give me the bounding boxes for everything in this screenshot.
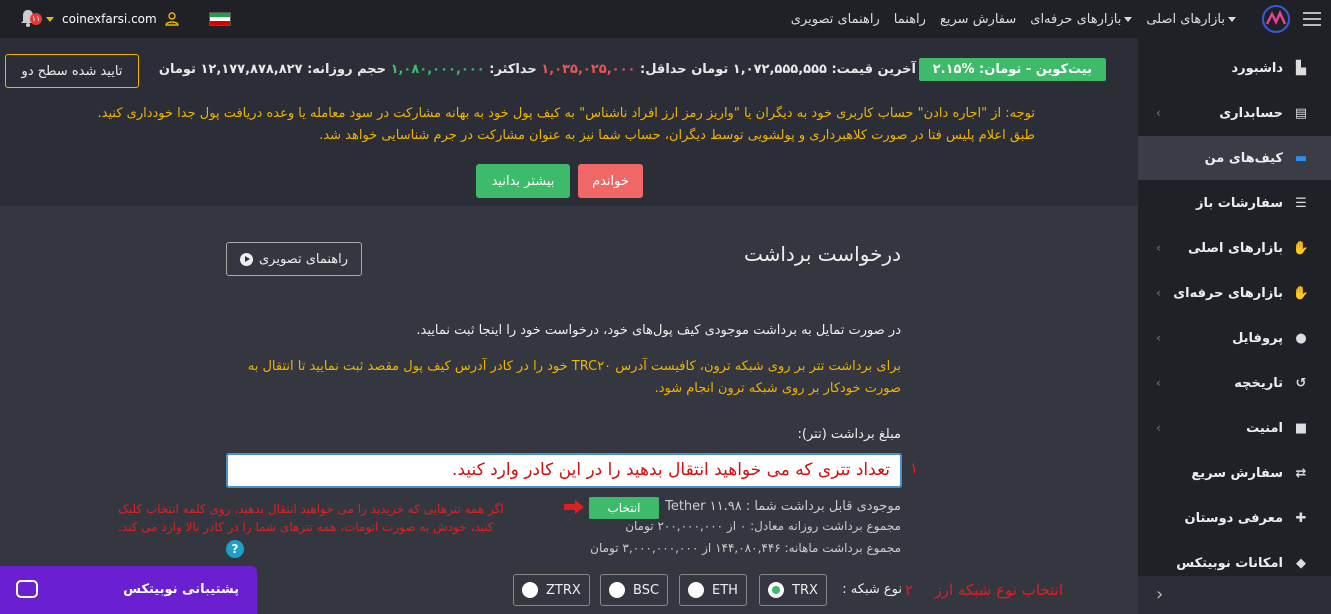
sidebar-item-security[interactable]: ■ امنیت ‹ — [1138, 406, 1331, 450]
menu-icon[interactable] — [1303, 8, 1321, 28]
sidebar-item-history[interactable]: ↺ تاریخچه ‹ — [1138, 361, 1331, 405]
learn-more-button[interactable]: بیشتر بدانید — [476, 164, 570, 198]
arrow-right-icon — [564, 500, 584, 514]
market-stats: آخرین قیمت: ۱,۰۷۲,۵۵۵,۵۵۵ تومان حداقل: ۱… — [158, 62, 916, 77]
bell-icon[interactable]: ۱۱ — [20, 9, 42, 29]
network-hint: انتخاب نوع شبکه ارز — [934, 581, 1064, 599]
iran-flag-icon[interactable] — [209, 12, 231, 26]
page-title: درخواست برداشت — [743, 242, 901, 266]
trc-note-line-1: برای برداشت تتر بر روی شبکه ترون، کافیست… — [247, 359, 901, 374]
network-option-trx[interactable]: TRX — [759, 574, 827, 606]
hint-line-1: اگر همه تترهایی که خریدید را می خواهید ا… — [118, 502, 504, 516]
chevron-left-icon: ‹ — [1156, 286, 1161, 300]
sidebar-item-dashboard[interactable]: ▙ داشبورد — [1138, 46, 1331, 90]
add-user-icon: ✚ — [1295, 510, 1307, 526]
price-bar: بیت‌کوین - تومان: %۲.۱۵ آخرین قیمت: ۱,۰۷… — [0, 38, 1138, 100]
verification-level-button[interactable]: تایید شده سطح دو — [5, 54, 139, 88]
site-name: coinexfarsi.com — [62, 12, 157, 26]
wallet-icon: ▬ — [1294, 150, 1308, 166]
chevron-left-icon: ‹ — [1156, 421, 1161, 435]
step-2-marker: ۲ — [905, 581, 914, 599]
step-1-marker: ۱ — [910, 459, 919, 477]
network-option-eth[interactable]: ETH — [679, 574, 747, 606]
radio-checked-icon[interactable] — [768, 582, 784, 598]
logo-icon[interactable] — [1261, 4, 1291, 34]
nav-main-markets[interactable]: بازارهای اصلی — [1146, 12, 1236, 27]
nav-visual-guide[interactable]: راهنمای تصویری — [791, 12, 880, 27]
chevron-down-icon[interactable] — [46, 16, 54, 22]
radio-icon[interactable] — [688, 582, 704, 598]
radio-icon[interactable] — [609, 582, 625, 598]
visual-guide-button[interactable]: راهنمای تصویری — [226, 242, 362, 276]
sidebar-item-pro-markets[interactable]: ✋ بازارهای حرفه‌ای ‹ — [1138, 271, 1331, 315]
available-balance: موجودی قابل برداشت شما : Tether ۱۱.۹۸ — [665, 499, 901, 514]
chat-icon — [16, 580, 38, 598]
trc-note-line-2: صورت خودکار بر روی شبکه ترون انجام شود. — [654, 381, 901, 396]
sidebar-item-accounting[interactable]: ▤ حسابداری ‹ — [1138, 91, 1331, 135]
nav-help[interactable]: راهنما — [894, 12, 926, 27]
sidebar: ▙ داشبورد ▤ حسابداری ‹ ▬ کیف‌های من ☰ سفارشات… — [1138, 38, 1331, 614]
sidebar-item-profile[interactable]: ● پروفایل ‹ — [1138, 316, 1331, 360]
monthly-limit: مجموع برداشت ماهانه: ۱۴۴,۰۸۰,۴۴۶ از ۳,۰۰… — [590, 541, 901, 555]
chevron-left-icon: ‹ — [1156, 376, 1161, 390]
support-chat-widget[interactable]: پشتیبانی نوبیتکس — [0, 566, 257, 614]
help-icon[interactable]: ? — [226, 540, 244, 558]
daily-limit: مجموع برداشت روزانه معادل: ۰ از ۲۰۰,۰۰۰,… — [625, 519, 901, 533]
chevron-down-icon — [1228, 16, 1236, 22]
chevron-right-icon: › — [1156, 584, 1164, 605]
sidebar-item-main-markets[interactable]: ✋ بازارهای اصلی ‹ — [1138, 226, 1331, 270]
chevron-left-icon: ‹ — [1156, 106, 1161, 120]
quick-order-icon: ⇄ — [1295, 465, 1307, 481]
dashboard-icon: ▙ — [1296, 60, 1306, 76]
warning-line-1: توجه: از "اجاره دادن" حساب کاربری خود به… — [97, 106, 1035, 121]
handshake-icon: ✋ — [1292, 285, 1310, 301]
hint-line-2: کنید، خودش به صورت اتومات، همه تترهای شم… — [118, 520, 494, 534]
read-button[interactable]: خواندم — [578, 164, 643, 198]
amount-input[interactable]: تعداد تتری که می خواهید انتقال بدهید را … — [226, 453, 902, 488]
amount-label: مبلغ برداشت (تتر): — [797, 427, 901, 442]
history-icon: ↺ — [1295, 375, 1307, 391]
chevron-left-icon: ‹ — [1156, 331, 1161, 345]
chevron-left-icon: ‹ — [1156, 241, 1161, 255]
nav-quick-order[interactable]: سفارش سریع — [940, 12, 1016, 27]
features-icon: ◆ — [1296, 555, 1306, 571]
chevron-down-icon — [1124, 16, 1133, 22]
handshake-icon: ✋ — [1292, 240, 1310, 256]
select-all-button[interactable]: انتخاب — [589, 497, 659, 519]
sidebar-collapse-button[interactable]: › — [1138, 576, 1331, 614]
support-label: پشتیبانی نوبیتکس — [123, 582, 239, 597]
intro-text: در صورت تمایل به برداشت موجودی کیف پول‌ه… — [416, 323, 901, 338]
warning-banner: توجه: از "اجاره دادن" حساب کاربری خود به… — [0, 100, 1138, 206]
radio-icon[interactable] — [522, 582, 538, 598]
nav-pro-markets[interactable]: بازارهای حرفه‌ای — [1030, 12, 1133, 27]
warning-line-2: طبق اعلام پلیس فتا در صورت کلاهبرداری و … — [319, 128, 1035, 143]
network-label: نوع شبکه : — [842, 582, 902, 597]
accounting-icon: ▤ — [1294, 105, 1308, 121]
orders-icon: ☰ — [1295, 195, 1307, 211]
sidebar-item-wallets[interactable]: ▬ کیف‌های من — [1138, 136, 1331, 180]
sidebar-item-referral[interactable]: ✚ معرفی دوستان — [1138, 496, 1331, 540]
play-icon — [239, 252, 253, 266]
withdraw-card: درخواست برداشت راهنمای تصویری در صورت تم… — [0, 206, 1138, 614]
user-icon[interactable] — [165, 12, 179, 26]
notification-badge: ۱۱ — [30, 13, 42, 25]
top-nav: بازارهای اصلی بازارهای حرفه‌ای سفارش سری… — [0, 0, 1331, 38]
sidebar-item-quick-order[interactable]: ⇄ سفارش سریع — [1138, 451, 1331, 495]
lock-icon: ■ — [1294, 420, 1308, 436]
sidebar-item-open-orders[interactable]: ☰ سفارشات باز — [1138, 181, 1331, 225]
market-pair-badge[interactable]: بیت‌کوین - تومان: %۲.۱۵ — [918, 58, 1106, 81]
network-option-ztrx[interactable]: ZTRX — [513, 574, 590, 606]
user-icon: ● — [1295, 330, 1307, 346]
network-option-bsc[interactable]: BSC — [600, 574, 669, 606]
